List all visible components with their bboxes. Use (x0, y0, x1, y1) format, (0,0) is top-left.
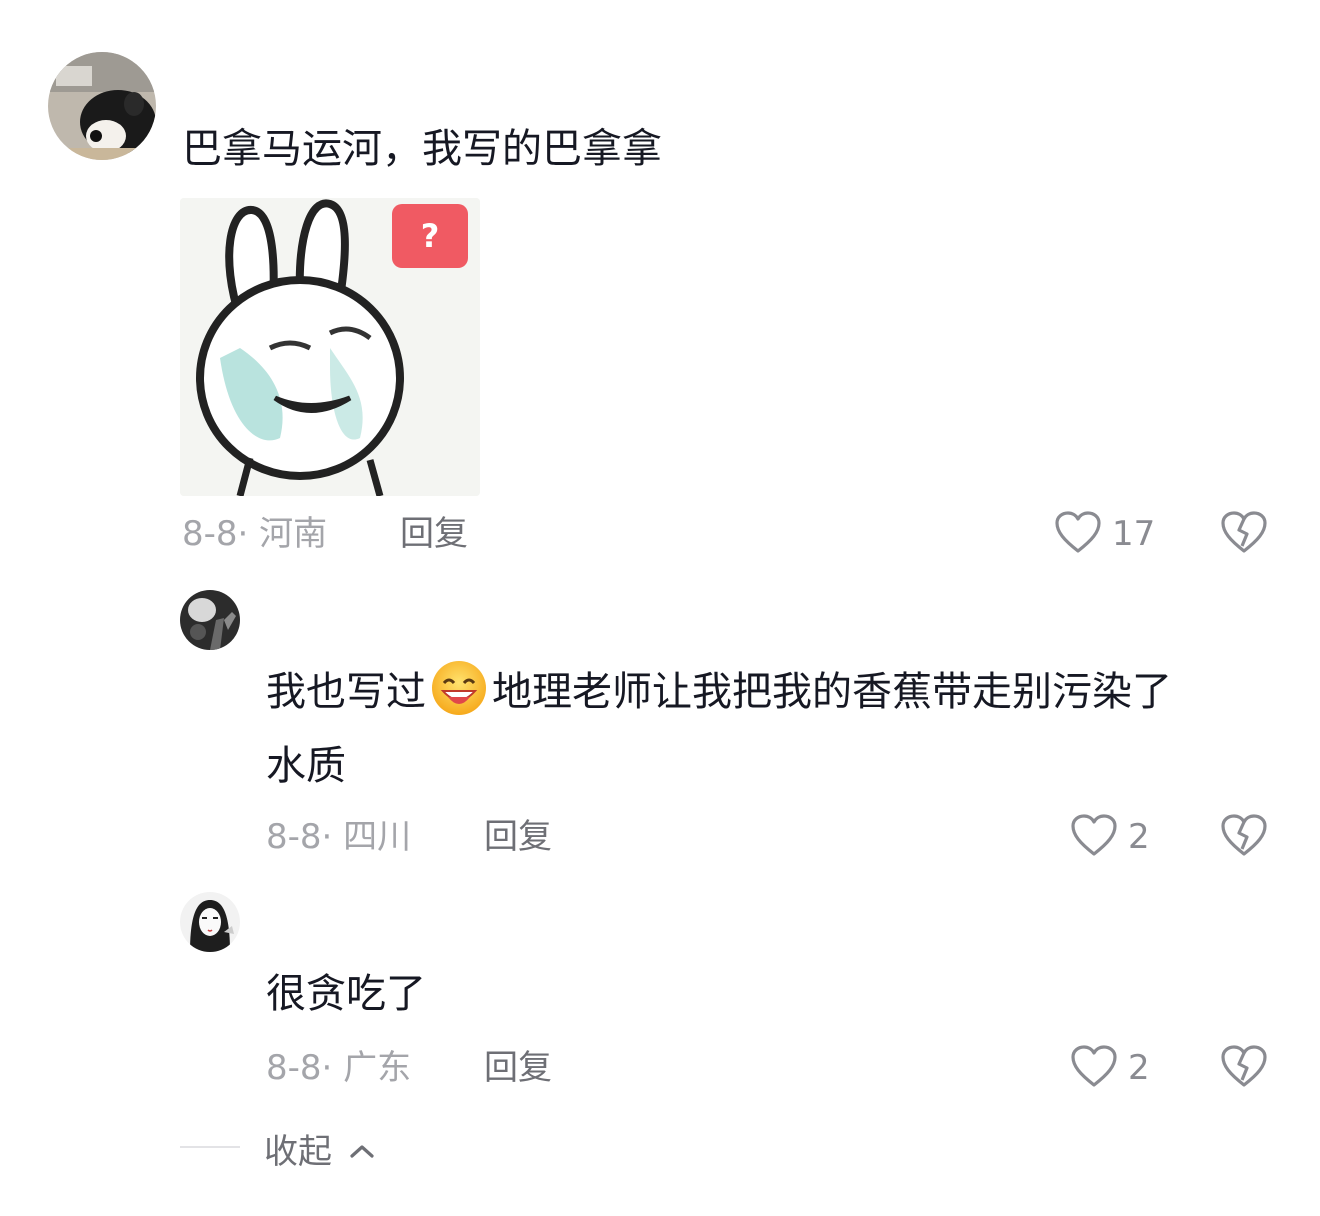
broken-heart-icon[interactable] (1220, 813, 1268, 861)
avatar[interactable] (180, 892, 240, 952)
like-count: 17 (1112, 514, 1156, 554)
broken-heart-icon[interactable] (1220, 1044, 1268, 1092)
broken-heart-icon[interactable] (1220, 510, 1268, 558)
comment-meta: 8-8· 四川 (266, 817, 412, 857)
grinning-sweat-emoji (430, 659, 488, 717)
like-count: 2 (1128, 1048, 1150, 1088)
collapse-button[interactable]: 收起 (264, 1128, 375, 1172)
heart-outline-icon[interactable] (1070, 813, 1118, 861)
comment-text-part: 地理老师让我把我的香蕉带走别污染了 (492, 669, 1172, 715)
comment-text: 我也写过 地理老师让我把我的香蕉带走别污染了 (266, 656, 1172, 728)
comment-text-part: 我也写过 (266, 669, 426, 715)
collapse-divider (180, 1146, 240, 1148)
dark-hand-avatar-image (180, 590, 240, 650)
comment-meta: 8-8· 河南 (182, 514, 328, 554)
comment-meta: 8-8· 广东 (266, 1048, 412, 1088)
heart-outline-icon[interactable] (1054, 510, 1102, 558)
avatar[interactable] (48, 52, 156, 160)
comment-text: 巴拿马运河，我写的巴拿拿 (182, 126, 662, 172)
reply-button[interactable]: 回复 (400, 514, 468, 554)
reply-button[interactable]: 回复 (484, 1048, 552, 1088)
collapse-label: 收起 (264, 1132, 332, 1172)
anime-girl-avatar-image (180, 892, 240, 952)
comment-text-line2: 水质 (266, 743, 346, 789)
comment-text: 很贪吃了 (266, 971, 426, 1017)
chevron-up-icon (349, 1128, 375, 1168)
comment-sticker[interactable]: ? (180, 198, 480, 496)
like-count: 2 (1128, 817, 1150, 857)
avatar[interactable] (180, 590, 240, 650)
heart-outline-icon[interactable] (1070, 1044, 1118, 1092)
dog-avatar-image (48, 52, 156, 160)
reply-button[interactable]: 回复 (484, 817, 552, 857)
help-badge[interactable]: ? (392, 204, 468, 268)
